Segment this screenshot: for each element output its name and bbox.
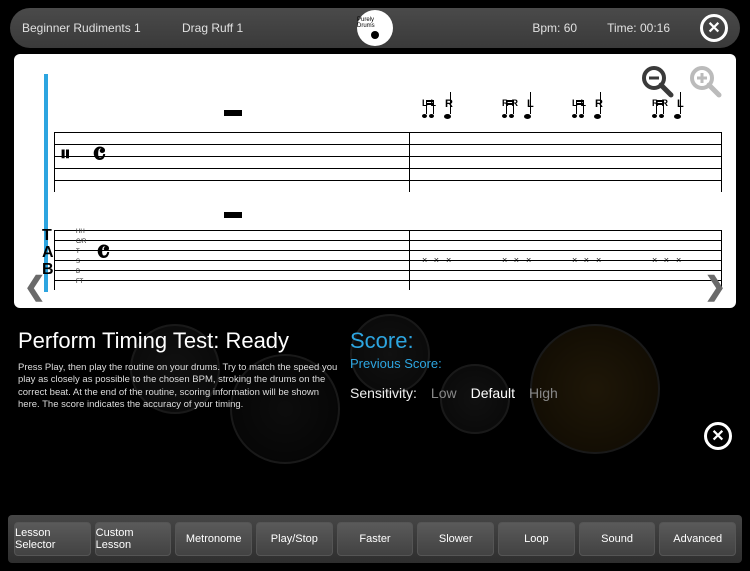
time-signature: 𝄴	[92, 140, 106, 169]
timing-test-title: Perform Timing Test: Ready	[18, 328, 338, 354]
bottom-toolbar: Lesson Selector Custom Lesson Metronome …	[8, 515, 742, 563]
tab-notes: × ×·×	[422, 255, 453, 265]
metronome-button[interactable]: Metronome	[175, 522, 252, 556]
lesson-selector-button[interactable]: Lesson Selector	[14, 522, 91, 556]
percussion-staff: 𝄥 𝄴 LLR RRL	[54, 132, 722, 192]
play-stop-button[interactable]: Play/Stop	[256, 522, 333, 556]
time-label: Time: 00:16	[607, 21, 670, 35]
top-bar: Beginner Rudiments 1 Drag Ruff 1 Purely …	[10, 8, 740, 48]
tab-notes: × ×·×	[502, 255, 533, 265]
note-group: LLR	[422, 98, 453, 140]
tab-line-labels: HH C/R T S B FT	[76, 227, 86, 287]
tab-notes: × ×·×	[572, 255, 603, 265]
tab-notes: × ×·×	[652, 255, 683, 265]
prev-page-button[interactable]: ❮	[24, 271, 46, 302]
sensitivity-default[interactable]: Default	[471, 385, 515, 401]
rest-icon	[224, 110, 242, 116]
custom-lesson-button[interactable]: Custom Lesson	[95, 522, 172, 556]
tab-time-signature: 𝄴	[96, 238, 110, 267]
note-group: RRL	[502, 98, 534, 140]
score-label: Score:	[350, 328, 732, 354]
sensitivity-low[interactable]: Low	[431, 385, 457, 401]
rest-icon	[224, 212, 242, 218]
percussion-clef: 𝄥	[62, 142, 69, 168]
loop-button[interactable]: Loop	[498, 522, 575, 556]
slower-button[interactable]: Slower	[417, 522, 494, 556]
faster-button[interactable]: Faster	[337, 522, 414, 556]
app-logo: Purely Drums	[357, 10, 393, 46]
info-panel: Perform Timing Test: Ready Press Play, t…	[0, 314, 750, 444]
sound-button[interactable]: Sound	[579, 522, 656, 556]
logo-dot-icon	[371, 31, 379, 39]
lesson-name: Beginner Rudiments 1	[22, 21, 182, 35]
sensitivity-control: Sensitivity: Low Default High	[350, 385, 732, 401]
next-page-button[interactable]: ❯	[704, 271, 726, 302]
note-group: LLR	[572, 98, 603, 140]
timing-test-description: Press Play, then play the routine on you…	[18, 362, 338, 411]
song-name: Drag Ruff 1	[182, 21, 322, 35]
zoom-out-icon	[639, 63, 675, 99]
sensitivity-label: Sensitivity:	[350, 385, 417, 401]
close-info-button[interactable]: ✕	[704, 422, 732, 450]
advanced-button[interactable]: Advanced	[659, 522, 736, 556]
previous-score-label: Previous Score:	[350, 356, 732, 371]
tab-staff: T A B HH C/R T S B FT 𝄴 × ×·× × ×·× × ×·…	[54, 230, 722, 290]
note-group: RRL	[652, 98, 684, 140]
logo-text: Purely Drums	[357, 17, 393, 29]
close-button[interactable]: ✕	[700, 14, 728, 42]
notation-area: 𝄥 𝄴 LLR RRL	[14, 54, 736, 308]
sensitivity-high[interactable]: High	[529, 385, 558, 401]
zoom-in-icon	[687, 63, 723, 99]
bpm-label: Bpm: 60	[532, 21, 577, 35]
zoom-in-button[interactable]	[684, 60, 726, 102]
zoom-out-button[interactable]	[636, 60, 678, 102]
